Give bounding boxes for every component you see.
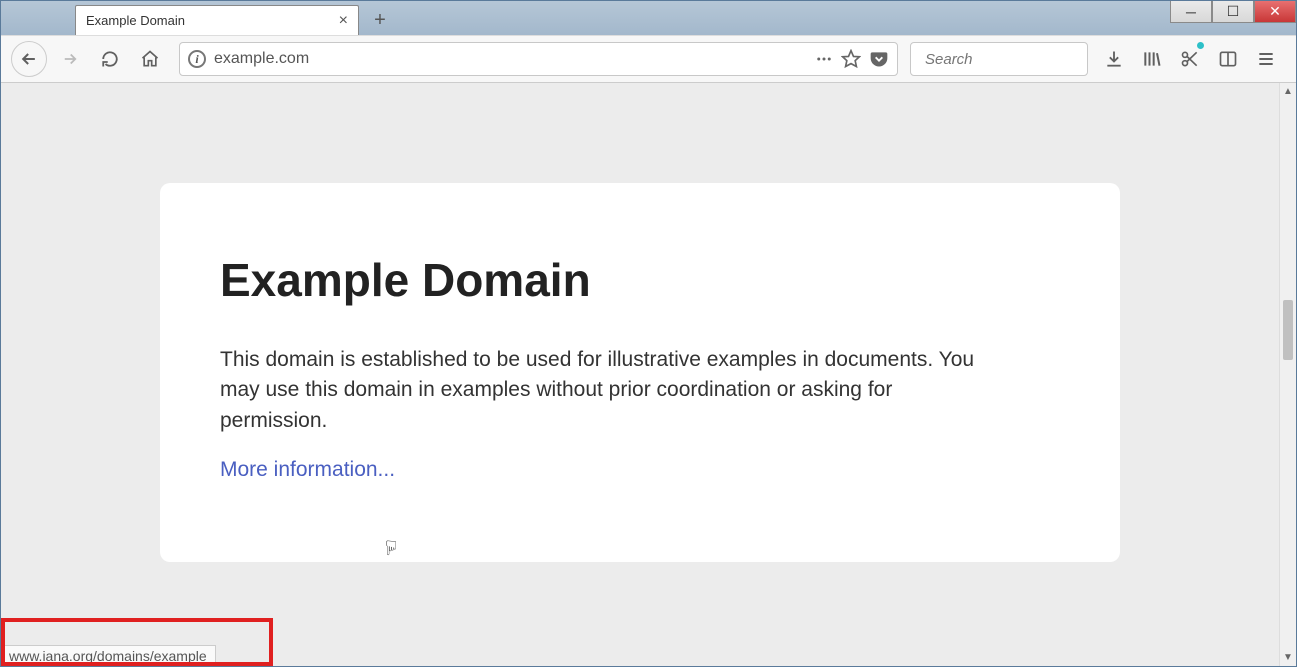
back-button[interactable]	[11, 41, 47, 77]
plus-icon: +	[374, 9, 386, 32]
url-input[interactable]	[214, 50, 807, 68]
library-button[interactable]	[1138, 42, 1166, 76]
screenshot-button[interactable]	[1176, 42, 1204, 76]
browser-window: ─ ☐ ✕ Example Domain × + i	[0, 0, 1297, 667]
new-tab-button[interactable]: +	[365, 5, 395, 35]
downloads-button[interactable]	[1100, 42, 1128, 76]
page-actions-icon[interactable]	[815, 50, 833, 68]
notification-dot-icon	[1197, 42, 1204, 49]
sidebar-icon	[1218, 49, 1238, 69]
arrow-right-icon	[61, 50, 79, 68]
vertical-scrollbar[interactable]: ▲ ▼	[1279, 83, 1296, 666]
minimize-button[interactable]: ─	[1170, 1, 1212, 23]
search-bar[interactable]	[910, 42, 1088, 76]
address-bar[interactable]: i	[179, 42, 898, 76]
library-icon	[1142, 49, 1162, 69]
reload-button[interactable]	[93, 42, 127, 76]
browser-tab[interactable]: Example Domain ×	[75, 5, 359, 35]
maximize-button[interactable]: ☐	[1212, 1, 1254, 23]
pocket-icon	[869, 49, 889, 69]
scissors-icon	[1180, 49, 1200, 69]
page-heading: Example Domain	[220, 253, 1060, 307]
toolbar-right	[1094, 42, 1286, 76]
star-icon	[841, 49, 861, 69]
navigation-toolbar: i	[1, 35, 1296, 83]
page-viewport: Example Domain This domain is establishe…	[1, 83, 1279, 666]
content-area: Example Domain This domain is establishe…	[1, 83, 1296, 666]
home-button[interactable]	[133, 42, 167, 76]
more-information-link[interactable]: More information...	[220, 458, 395, 481]
page-card: Example Domain This domain is establishe…	[160, 183, 1120, 562]
status-bar-link-preview: www.iana.org/domains/example	[1, 645, 216, 666]
close-window-button[interactable]: ✕	[1254, 1, 1296, 23]
bookmark-button[interactable]	[841, 49, 861, 69]
download-icon	[1104, 49, 1124, 69]
page-paragraph: This domain is established to be used fo…	[220, 345, 1000, 436]
scroll-thumb[interactable]	[1283, 300, 1293, 360]
home-icon	[140, 49, 160, 69]
forward-button[interactable]	[53, 42, 87, 76]
arrow-left-icon	[19, 49, 39, 69]
tab-title: Example Domain	[86, 13, 335, 28]
pocket-button[interactable]	[869, 49, 889, 69]
window-controls: ─ ☐ ✕	[1170, 1, 1296, 23]
ellipsis-icon	[815, 50, 833, 68]
scroll-up-button[interactable]: ▲	[1280, 83, 1296, 100]
sidebar-button[interactable]	[1214, 42, 1242, 76]
scroll-track[interactable]	[1280, 100, 1296, 649]
site-info-icon[interactable]: i	[188, 50, 206, 68]
reload-icon	[101, 50, 119, 68]
tab-strip: Example Domain × +	[1, 1, 1296, 35]
menu-button[interactable]	[1252, 42, 1280, 76]
hamburger-icon	[1256, 49, 1276, 69]
scroll-down-button[interactable]: ▼	[1280, 649, 1296, 666]
close-tab-button[interactable]: ×	[335, 12, 352, 30]
